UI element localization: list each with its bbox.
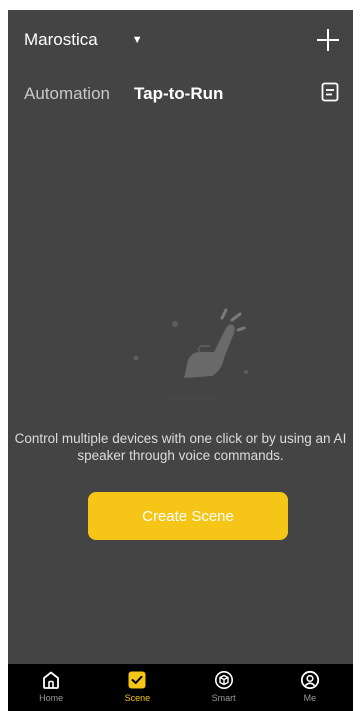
home-icon — [43, 671, 60, 689]
tabbar-item-me[interactable]: Me — [267, 664, 353, 711]
tabbar-item-home[interactable]: Home — [8, 664, 94, 711]
app-screen: Marostica ▼ Automation Tap-to-Run Contro… — [8, 10, 353, 711]
tab-automation[interactable]: Automation — [24, 84, 110, 104]
home-selector[interactable]: Marostica ▼ — [24, 30, 143, 50]
tabbar-item-scene[interactable]: Scene — [94, 664, 180, 711]
home-name: Marostica — [24, 30, 98, 49]
tabbar-label-home: Home — [39, 693, 64, 703]
add-icon[interactable] — [315, 27, 341, 53]
smart-cube-icon — [214, 671, 233, 689]
tabbar-item-smart[interactable]: Smart — [181, 664, 267, 711]
log-icon[interactable] — [321, 82, 339, 102]
bottom-tab-bar: Home Scene Smart Me — [8, 664, 353, 711]
scene-tabs: Automation Tap-to-Run — [24, 84, 223, 104]
tabbar-label-smart: Smart — [211, 693, 236, 703]
tab-tap-to-run[interactable]: Tap-to-Run — [134, 84, 223, 104]
caret-down-icon: ▼ — [131, 34, 143, 46]
header: Marostica ▼ Automation Tap-to-Run — [8, 10, 353, 120]
tabbar-label-me: Me — [303, 693, 317, 703]
create-scene-button[interactable]: Create Scene — [88, 492, 288, 540]
empty-state-message: Control multiple devices with one click … — [14, 431, 347, 463]
tap-illustration — [133, 308, 249, 400]
scene-check-icon — [128, 671, 146, 689]
profile-icon — [300, 670, 319, 690]
tabbar-label-scene: Scene — [124, 693, 151, 703]
